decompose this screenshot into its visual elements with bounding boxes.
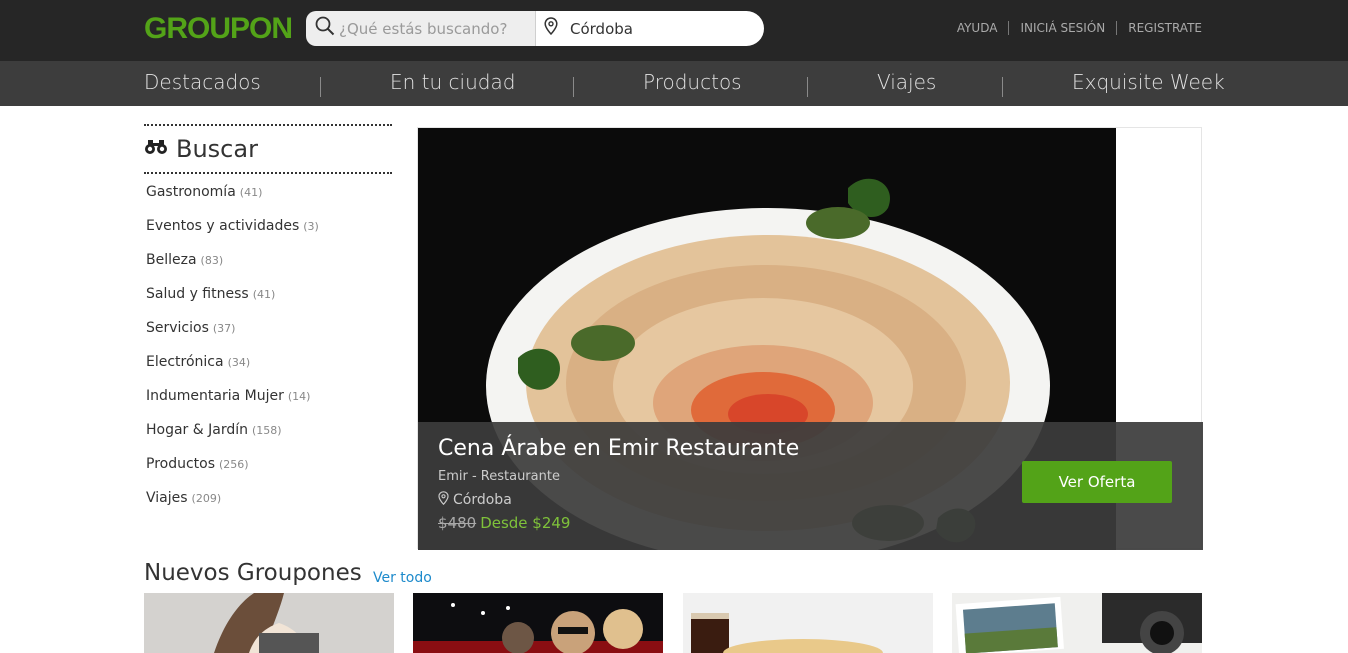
category-label: Eventos y actividades [146,218,300,234]
category-label: Belleza [146,252,197,268]
category-sidebar: Buscar Gastronomía (41) Eventos y activid… [144,124,393,524]
category-label: Electrónica [146,354,224,370]
category-label: Productos [146,456,216,472]
location-pin-icon [438,491,449,509]
search-placeholder: ¿Qué estás buscando? [339,19,508,38]
nav-divider [1002,77,1003,97]
category-count: (41) [239,186,263,199]
groupon-logo[interactable]: GROUPON [144,12,293,46]
category-count: (209) [191,492,222,505]
deal-thumbnail[interactable] [683,593,933,653]
deal-price: $480 Desde $249 [438,514,570,532]
category-count: (256) [219,458,249,471]
register-link[interactable]: REGISTRATE [1128,21,1202,35]
deal-caption: Cena Árabe en Emir Restaurante Emir - Re… [418,422,1203,550]
nav-productos[interactable]: Productos [643,70,742,94]
category-item[interactable]: Productos (256) [144,456,393,490]
deal-thumbnail[interactable] [144,593,394,653]
section-title: Nuevos Groupones [144,560,362,586]
location-value: Córdoba [570,19,633,38]
nav-divider [573,77,574,97]
nav-en-tu-ciudad[interactable]: En tu ciudad [390,70,515,94]
category-count: (37) [212,322,236,335]
old-price: $480 [438,514,477,532]
nav-divider [320,77,321,97]
new-price: Desde $249 [480,514,571,532]
category-count: (14) [287,390,311,403]
top-links: AYUDA INICIÁ SESIÓN REGISTRATE [957,21,1202,35]
category-item[interactable]: Servicios (37) [144,320,393,354]
deal-location-text: Córdoba [453,492,512,508]
location-pin-icon [544,17,558,40]
category-count: (41) [252,288,276,301]
help-link[interactable]: AYUDA [957,21,998,35]
category-count: (158) [252,424,282,437]
category-label: Salud y fitness [146,286,249,302]
category-item[interactable]: Hogar & Jardín (158) [144,422,393,456]
category-label: Viajes [146,490,188,506]
nav-destacados[interactable]: Destacados [144,70,261,94]
search-input[interactable]: ¿Qué estás buscando? [306,11,535,46]
buscar-heading: Buscar [144,126,393,172]
buscar-title: Buscar [176,135,258,163]
top-header: GROUPON ¿Qué estás buscando? Córdoba AYU… [0,0,1348,61]
divider [1116,21,1118,35]
featured-deal[interactable]: Cena Árabe en Emir Restaurante Emir - Re… [417,127,1203,550]
location-input[interactable]: Córdoba [535,11,764,46]
category-label: Servicios [146,320,209,336]
category-item[interactable]: Belleza (83) [144,252,393,286]
deal-thumbnail[interactable] [413,593,663,653]
login-link[interactable]: INICIÁ SESIÓN [1020,21,1105,35]
deal-location: Córdoba [438,491,512,509]
category-label: Indumentaria Mujer [146,388,284,404]
deal-title[interactable]: Cena Árabe en Emir Restaurante [438,436,799,461]
main-nav: Destacados En tu ciudad Productos Viajes… [0,61,1348,106]
category-list: Gastronomía (41) Eventos y actividades (3)… [144,184,393,524]
divider [144,172,392,174]
ver-todo-link[interactable]: Ver todo [373,570,432,586]
category-item[interactable]: Electrónica (34) [144,354,393,388]
category-label: Hogar & Jardín [146,422,248,438]
search-icon [315,16,335,41]
ver-oferta-button[interactable]: Ver Oferta [1022,461,1172,503]
category-count: (34) [227,356,251,369]
category-count: (83) [200,254,224,267]
deal-merchant: Emir - Restaurante [438,469,560,484]
category-count: (3) [303,220,319,233]
binoculars-icon [144,139,168,160]
nav-divider [807,77,808,97]
nav-exquisite-week[interactable]: Exquisite Week [1072,70,1225,94]
category-item[interactable]: Gastronomía (41) [144,184,393,218]
category-item[interactable]: Indumentaria Mujer (14) [144,388,393,422]
category-item[interactable]: Eventos y actividades (3) [144,218,393,252]
category-item[interactable]: Viajes (209) [144,490,393,524]
deal-thumbnail[interactable] [952,593,1202,653]
category-label: Gastronomía [146,184,236,200]
category-item[interactable]: Salud y fitness (41) [144,286,393,320]
divider [1008,21,1010,35]
nav-viajes[interactable]: Viajes [877,70,936,94]
